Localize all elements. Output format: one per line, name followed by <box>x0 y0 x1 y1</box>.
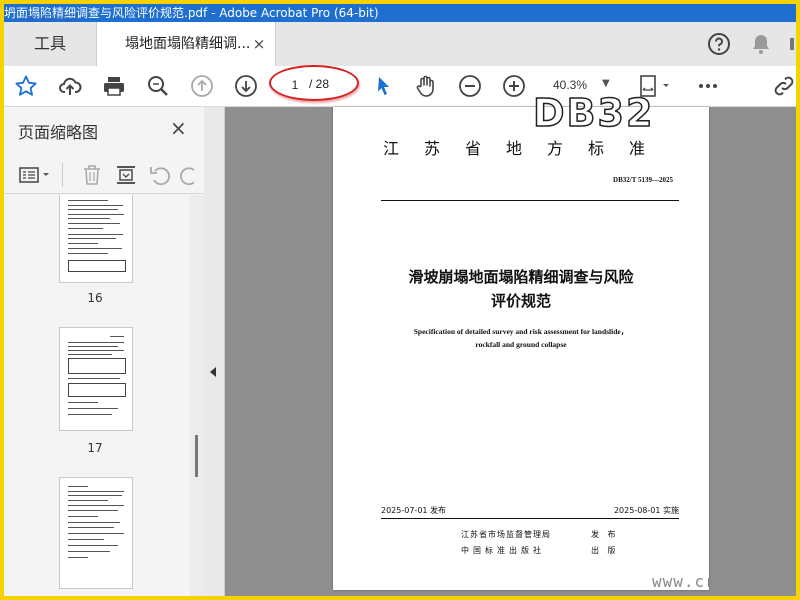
thumbnail-page-number: 17 <box>87 441 103 455</box>
print-icon[interactable] <box>102 74 126 98</box>
footer-rule <box>381 518 679 519</box>
implement-date: 2025-08-01 实施 <box>613 506 679 515</box>
thumbnail-panel: 页面缩略图 × 16 17 <box>4 107 205 596</box>
page-navigator: / 28 <box>269 65 359 101</box>
more-tabs-icon[interactable] <box>788 32 796 56</box>
insert-page-icon[interactable] <box>114 163 138 187</box>
share-link-icon[interactable] <box>772 74 796 98</box>
rotate-right-icon[interactable] <box>178 163 194 187</box>
document-english-title: Specification of detailed survey and ris… <box>333 325 709 351</box>
site-watermark-bottom: www.cr <box>652 572 716 591</box>
thumbnail-page-number: 16 <box>87 291 103 305</box>
document-view[interactable]: DB32 江苏省地方标准 DB32/T 5139—2025 滑坡崩塌地面塌陷精细… <box>225 90 796 596</box>
zoom-in-icon[interactable] <box>502 74 526 98</box>
standard-number: DB32/T 5139—2025 <box>613 176 673 184</box>
collapse-panel-arrow-icon[interactable] <box>210 367 216 377</box>
pdf-page: DB32 江苏省地方标准 DB32/T 5139—2025 滑坡崩塌地面塌陷精细… <box>333 90 709 590</box>
thumbnail-scrollbar[interactable] <box>190 195 204 596</box>
hand-tool-icon[interactable] <box>414 74 438 98</box>
thumbnail-list: 16 17 <box>4 195 190 596</box>
help-icon[interactable] <box>707 32 731 56</box>
standard-category-title: 江苏省地方标准 <box>383 139 671 158</box>
rotate-left-icon[interactable] <box>148 163 172 187</box>
english-title-line1: Specification of detailed survey and ris… <box>413 327 629 336</box>
document-main-title: 滑坡崩塌地面塌陷精细调查与风险 评价规范 <box>333 265 709 313</box>
acrobat-window: 坍面塌陷精细调查与风险评价规范.pdf - Adobe Acrobat Pro … <box>4 4 796 596</box>
standard-logo: DB32 <box>532 90 655 136</box>
main-title-line1: 滑坡崩塌地面塌陷精细调查与风险 <box>408 268 634 286</box>
tab-bar: 工具 塌地面塌陷精细调... × <box>4 22 796 67</box>
tab-document[interactable]: 塌地面塌陷精细调... × <box>96 22 276 66</box>
page-thumbnail[interactable] <box>59 195 133 283</box>
main-toolbar: / 28 40.3% ▼ <box>4 65 796 107</box>
thumbnail-options-icon[interactable] <box>18 163 54 187</box>
search-zoom-icon[interactable] <box>146 74 170 98</box>
red-highlight-ellipse <box>269 65 359 101</box>
delete-page-icon[interactable] <box>80 163 104 187</box>
window-title-bar: 坍面塌陷精细调查与风险评价规范.pdf - Adobe Acrobat Pro … <box>4 4 796 22</box>
tab-document-label: 塌地面塌陷精细调... <box>125 36 251 52</box>
panel-title: 页面缩略图 <box>18 123 99 142</box>
tab-close-icon[interactable]: × <box>251 22 267 66</box>
more-tools-icon[interactable] <box>696 74 720 98</box>
cloud-upload-icon[interactable] <box>58 74 82 98</box>
press-mark: 出 版 <box>591 546 619 555</box>
panel-collapse-strip[interactable] <box>204 107 225 596</box>
bell-icon[interactable] <box>749 32 773 56</box>
zoom-out-icon[interactable] <box>458 74 482 98</box>
issue-mark: 发 布 <box>591 530 619 539</box>
main-title-line2: 评价规范 <box>490 292 551 310</box>
zoom-level[interactable]: 40.3% <box>553 78 587 92</box>
select-cursor-icon[interactable] <box>372 74 396 98</box>
page-thumbnail[interactable] <box>59 327 133 431</box>
page-thumbnail[interactable] <box>59 477 133 589</box>
tab-tools[interactable]: 工具 <box>4 22 96 66</box>
previous-page-icon[interactable] <box>190 74 214 98</box>
press-name: 中国标准出版社 <box>461 546 545 555</box>
issuing-authority: 江苏省市场监督管理局 <box>461 530 551 539</box>
zoom-dropdown-icon[interactable]: ▼ <box>602 78 610 89</box>
toolbar-divider <box>62 163 63 187</box>
scrollbar-thumb[interactable] <box>195 435 198 477</box>
release-date: 2025-07-01 发布 <box>381 506 447 515</box>
next-page-icon[interactable] <box>234 74 258 98</box>
thumbnail-toolbar <box>4 157 204 194</box>
bookmark-star-icon[interactable] <box>14 74 38 98</box>
header-rule <box>381 200 679 201</box>
panel-close-icon[interactable]: × <box>170 116 187 140</box>
english-title-line2: rockfall and ground collapse <box>475 340 567 349</box>
